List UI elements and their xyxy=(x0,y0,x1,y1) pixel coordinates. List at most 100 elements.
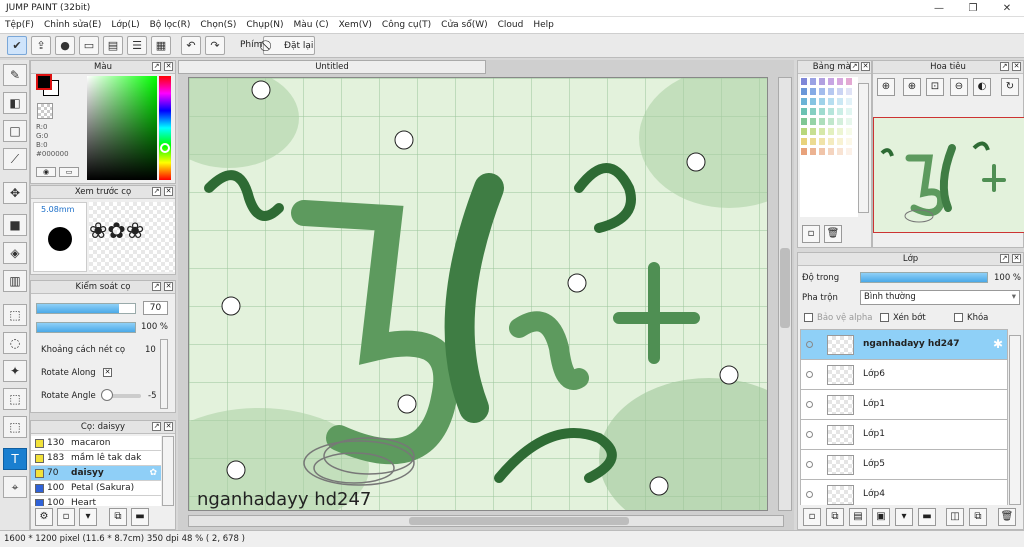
palette-swatch[interactable] xyxy=(845,97,853,106)
palette-swatch[interactable] xyxy=(836,127,844,136)
lock-option[interactable]: Khóa xyxy=(954,313,988,323)
canvas-tab[interactable]: Untitled xyxy=(178,60,486,74)
menu-item-6[interactable]: Màu (C) xyxy=(289,17,334,32)
palette-swatch[interactable] xyxy=(800,117,808,126)
brush-size-slider[interactable] xyxy=(36,303,136,314)
protect-alpha-option[interactable]: Bảo vệ alpha xyxy=(804,313,872,323)
float-icon[interactable]: ↗ xyxy=(152,422,161,431)
new-brush-icon[interactable]: ▫ xyxy=(57,508,75,526)
clip-option[interactable]: Xén bớt xyxy=(880,313,926,323)
close-button[interactable]: ✕ xyxy=(990,0,1024,17)
transparent-swatch[interactable] xyxy=(37,103,53,119)
palette-swatch[interactable] xyxy=(809,117,817,126)
duplicate-layer-icon[interactable]: ⧉ xyxy=(826,508,844,526)
palette-swatch[interactable] xyxy=(809,107,817,116)
palette-add-icon[interactable]: ▫ xyxy=(802,225,820,243)
palette-swatch[interactable] xyxy=(827,127,835,136)
text-tool-icon[interactable]: T xyxy=(3,448,27,470)
panel-close-icon[interactable]: ✕ xyxy=(164,422,173,431)
palette-swatch[interactable] xyxy=(800,87,808,96)
fit-icon[interactable]: ⊡ xyxy=(926,78,944,96)
brush-settings-icon[interactable]: ✿ xyxy=(149,466,157,480)
layer-row[interactable]: Lớp1 xyxy=(800,420,1008,450)
chat-icon[interactable]: ▭ xyxy=(79,36,99,55)
brush-list-scrollbar[interactable] xyxy=(162,436,174,506)
vertical-scroll-thumb[interactable] xyxy=(780,248,790,328)
palette-swatch[interactable] xyxy=(800,107,808,116)
palette-swatch[interactable] xyxy=(800,137,808,146)
palette-swatch[interactable] xyxy=(836,107,844,116)
brush-copy-icon[interactable]: ⧉ xyxy=(109,508,127,526)
brush-item[interactable]: 100 Petal (Sakura) xyxy=(31,481,161,496)
palette-swatch[interactable] xyxy=(827,147,835,156)
color-mode-button-2[interactable]: ▭ xyxy=(59,167,79,177)
palette-swatch[interactable] xyxy=(845,137,853,146)
eraser-tool-icon[interactable]: ◧ xyxy=(3,92,27,114)
menu-item-4[interactable]: Chọn(S) xyxy=(195,17,241,32)
merge-layer-icon[interactable]: ▤ xyxy=(849,508,867,526)
palette-swatch[interactable] xyxy=(800,97,808,106)
palette-swatch[interactable] xyxy=(836,137,844,146)
layer-row[interactable]: Lớp1 xyxy=(800,390,1008,420)
palette-swatch[interactable] xyxy=(827,137,835,146)
layer-menu-icon[interactable]: ▾ xyxy=(895,508,913,526)
palette-swatch[interactable] xyxy=(836,147,844,156)
navigator-preview[interactable] xyxy=(873,117,1024,233)
palette-swatch[interactable] xyxy=(827,97,835,106)
lock-checkbox[interactable] xyxy=(954,313,963,322)
document-icon[interactable]: ▤ xyxy=(103,36,123,55)
canvas-vertical-scrollbar[interactable] xyxy=(778,77,792,511)
redo-icon[interactable]: ↷ xyxy=(205,36,225,55)
layer-row[interactable]: Lớp4 xyxy=(800,480,1008,505)
zoom-in-2-icon[interactable]: ⊕ xyxy=(903,78,921,96)
layer-settings-icon[interactable]: ✱ xyxy=(993,337,1003,351)
palette-swatch[interactable] xyxy=(827,77,835,86)
flip-icon[interactable]: ◐ xyxy=(973,78,991,96)
canvas-horizontal-scrollbar[interactable] xyxy=(188,515,784,527)
hue-handle[interactable] xyxy=(160,143,170,153)
palette-swatch[interactable] xyxy=(818,77,826,86)
panel-close-icon[interactable]: ✕ xyxy=(164,282,173,291)
undo-icon[interactable]: ↶ xyxy=(181,36,201,55)
palette-swatch[interactable] xyxy=(836,97,844,106)
rotate-icon[interactable]: ↻ xyxy=(1001,78,1019,96)
visibility-icon[interactable] xyxy=(806,371,813,378)
visibility-icon[interactable] xyxy=(806,491,813,498)
clip-checkbox[interactable] xyxy=(880,313,889,322)
palette-swatch[interactable] xyxy=(836,87,844,96)
palette-swatch[interactable] xyxy=(809,147,817,156)
hue-slider[interactable] xyxy=(159,76,171,180)
palette-swatch[interactable] xyxy=(827,87,835,96)
brush-item[interactable]: 100 Heart xyxy=(31,496,161,506)
brush-size-input[interactable]: 70 xyxy=(143,301,168,315)
rotate-along-checkbox[interactable]: ✕ xyxy=(103,368,112,377)
lasso-tool-icon[interactable]: ◌ xyxy=(3,332,27,354)
menu-item-2[interactable]: Lớp(L) xyxy=(106,17,144,32)
delete-layer-icon[interactable]: 🗑 xyxy=(998,508,1016,526)
select-eraser-tool-icon[interactable]: ⬚ xyxy=(3,416,27,438)
comment-icon[interactable]: ● xyxy=(55,36,75,55)
layer-stamp-icon[interactable]: ▣ xyxy=(872,508,890,526)
fill-rect-tool-icon[interactable]: ■ xyxy=(3,214,27,236)
menu-item-8[interactable]: Công cụ(T) xyxy=(377,17,436,32)
palette-swatch[interactable] xyxy=(818,117,826,126)
brush-folder-icon[interactable]: ▬ xyxy=(131,508,149,526)
menu-item-10[interactable]: Cloud xyxy=(493,17,529,32)
move-tool-icon[interactable]: ✥ xyxy=(3,182,27,204)
eyedropper-tool-icon[interactable]: ⌖ xyxy=(3,476,27,498)
palette-swatch[interactable] xyxy=(827,117,835,126)
float-icon[interactable]: ↗ xyxy=(1000,254,1009,263)
palette-swatch[interactable] xyxy=(845,77,853,86)
brush-item[interactable]: 183 mầm lê tak dak xyxy=(31,451,161,466)
brush-tool-icon[interactable]: ✎ xyxy=(3,64,27,86)
palette-swatch[interactable] xyxy=(827,107,835,116)
panel-close-icon[interactable]: ✕ xyxy=(1012,254,1021,263)
palette-swatch[interactable] xyxy=(800,127,808,136)
zoom-out-icon[interactable]: ⊖ xyxy=(950,78,968,96)
layer-scrollbar[interactable] xyxy=(1009,335,1021,505)
float-icon[interactable]: ↗ xyxy=(152,187,161,196)
layer-row[interactable]: Lớp5 xyxy=(800,450,1008,480)
palette-swatch[interactable] xyxy=(809,87,817,96)
palette-scrollbar[interactable] xyxy=(858,83,869,213)
menu-item-1[interactable]: Chỉnh sửa(E) xyxy=(39,17,106,32)
